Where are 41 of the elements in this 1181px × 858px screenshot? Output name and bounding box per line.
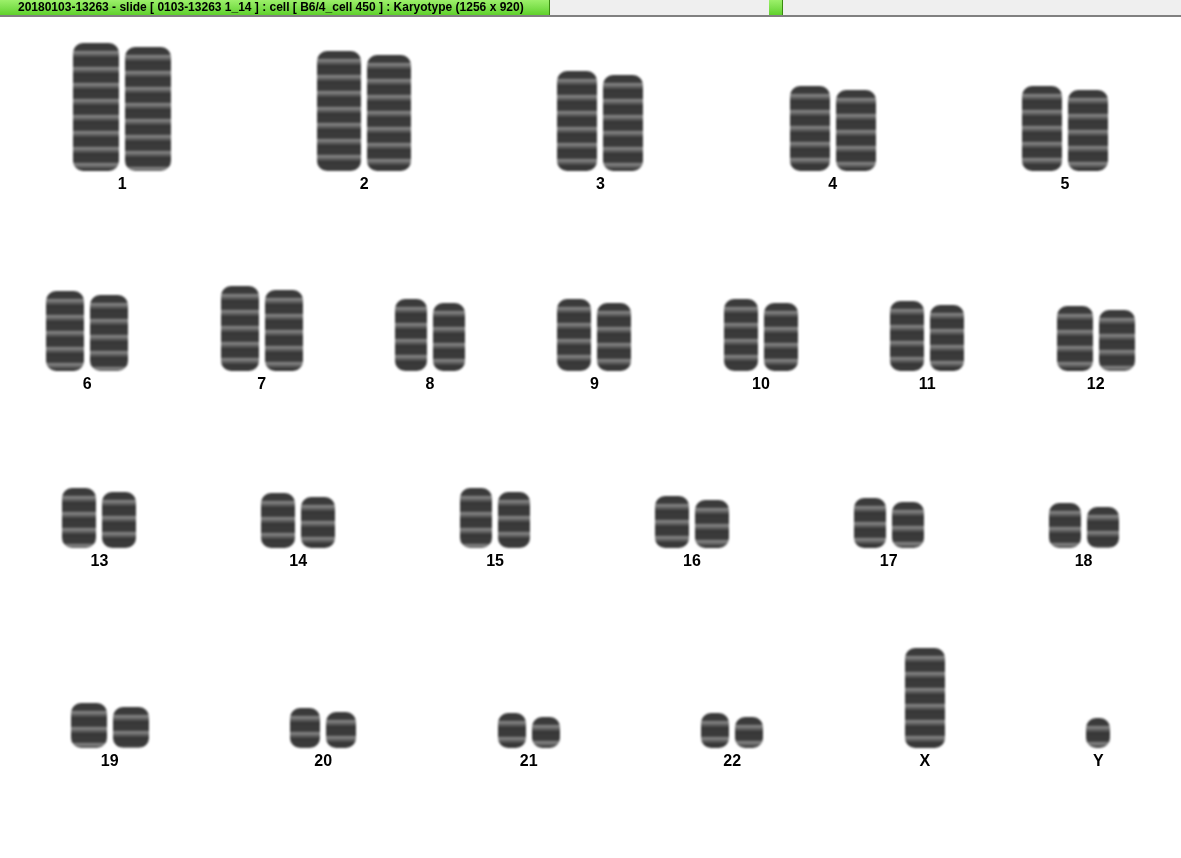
chromosome-label: X xyxy=(919,752,931,770)
chromosome-image xyxy=(557,299,592,371)
chromosome-label: 21 xyxy=(519,752,538,770)
chromosome-label: 19 xyxy=(100,752,119,770)
chromosome-label: 13 xyxy=(90,552,109,570)
chromosome-label: 12 xyxy=(1086,375,1105,393)
chromosome-image xyxy=(261,493,296,548)
chromosome-label: 6 xyxy=(82,375,92,393)
chromosome-label: 4 xyxy=(828,175,838,193)
chromosome-image xyxy=(497,713,526,748)
chromosome-label: 14 xyxy=(289,552,308,570)
chromosome-image xyxy=(62,488,97,548)
chromosome-image xyxy=(1048,503,1081,548)
chromosome-image xyxy=(701,713,730,748)
chromosome-image xyxy=(654,496,689,548)
chromosome-label: 2 xyxy=(359,175,369,193)
chromosome-image xyxy=(723,299,758,371)
window-title: 20180103-13263 - slide [ 0103-13263 1_14 ] : cell [ B6/4_cell 450 ] : Karyotype (1256 x 920) xyxy=(0,0,550,15)
chromosome-label: 3 xyxy=(596,175,605,193)
chromosome-label: 9 xyxy=(590,375,599,393)
chromosome-label: 10 xyxy=(752,375,770,393)
chromosome-image xyxy=(290,708,321,748)
chromosome-label: 5 xyxy=(1060,175,1070,193)
chromosome-label: Y xyxy=(1092,752,1104,770)
chromosome-image xyxy=(460,488,493,548)
status-indicator xyxy=(769,0,783,15)
chromosome-label: 20 xyxy=(314,752,333,770)
chromosome-label: 18 xyxy=(1074,552,1093,570)
chromosome-image xyxy=(70,703,107,748)
chromosome-image xyxy=(1056,306,1093,371)
chromosome-label: 22 xyxy=(723,752,742,770)
chromosome-image xyxy=(890,301,925,371)
chromosome-label: 15 xyxy=(486,552,504,570)
chromosome-label: 11 xyxy=(918,375,936,393)
chromosome-label: 16 xyxy=(683,552,701,570)
chromosome-label: 1 xyxy=(117,175,127,193)
chromosome-image xyxy=(395,299,428,371)
chromosome-label: 8 xyxy=(425,375,435,393)
chromosome-label: 17 xyxy=(879,552,898,570)
chromosome-image xyxy=(853,498,886,548)
chromosome-label: 7 xyxy=(257,375,267,393)
